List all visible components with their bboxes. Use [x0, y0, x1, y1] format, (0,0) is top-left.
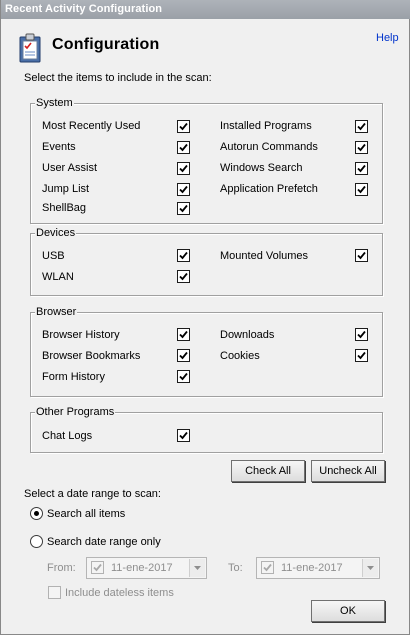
checkbox-mounted-volumes[interactable] — [355, 249, 368, 262]
item-mounted-volumes: Mounted Volumes — [220, 250, 309, 262]
other-programs-legend: Other Programs — [35, 405, 116, 419]
item-autorun-commands: Autorun Commands — [220, 141, 318, 153]
item-wlan: WLAN — [42, 271, 74, 283]
item-installed-programs: Installed Programs — [220, 120, 312, 132]
item-user-assist: User Assist — [42, 162, 98, 174]
from-date-picker[interactable]: 11-ene-2017 — [86, 557, 207, 579]
radio-search-all-label[interactable]: Search all items — [47, 508, 125, 521]
checkbox-usb[interactable] — [177, 249, 190, 262]
checkbox-chat-logs[interactable] — [177, 429, 190, 442]
checkbox-shellbag[interactable] — [177, 202, 190, 215]
window-title: Recent Activity Configuration — [1, 0, 410, 19]
item-windows-search: Windows Search — [220, 162, 303, 174]
chevron-down-icon[interactable] — [362, 559, 378, 577]
include-dateless-checkbox[interactable] — [48, 586, 61, 599]
system-group: System Most Recently Used Events User As… — [30, 96, 383, 224]
scan-instruction: Select the items to include in the scan: — [24, 72, 212, 84]
help-link[interactable]: Help — [376, 32, 399, 44]
checkbox-browser-history[interactable] — [177, 328, 190, 341]
checkbox-events[interactable] — [177, 141, 190, 154]
checkbox-user-assist[interactable] — [177, 162, 190, 175]
item-usb: USB — [42, 250, 65, 262]
item-form-history: Form History — [42, 371, 105, 383]
radio-search-range[interactable] — [30, 535, 43, 548]
item-application-prefetch: Application Prefetch — [220, 183, 318, 195]
item-chat-logs: Chat Logs — [42, 430, 93, 442]
system-legend: System — [35, 96, 74, 110]
checkbox-browser-bookmarks[interactable] — [177, 349, 190, 362]
checkbox-form-history[interactable] — [177, 370, 190, 383]
checkbox-wlan[interactable] — [177, 270, 190, 283]
item-shellbag: ShellBag — [42, 202, 87, 214]
from-label: From: — [47, 562, 76, 574]
item-downloads: Downloads — [220, 329, 275, 341]
checkbox-application-prefetch[interactable] — [355, 183, 368, 196]
page-title: Configuration — [52, 36, 160, 53]
radio-search-range-label[interactable]: Search date range only — [47, 536, 161, 549]
ok-button[interactable]: OK — [311, 600, 385, 622]
devices-legend: Devices — [35, 226, 77, 240]
item-events: Events — [42, 141, 76, 153]
item-most-recently-used: Most Recently Used — [42, 120, 141, 132]
include-dateless-label: Include dateless items — [65, 587, 174, 599]
checkbox-downloads[interactable] — [355, 328, 368, 341]
date-range-prompt: Select a date range to scan: — [24, 488, 161, 500]
item-browser-bookmarks: Browser Bookmarks — [42, 350, 141, 362]
to-label: To: — [228, 562, 243, 574]
uncheck-all-button[interactable]: Uncheck All — [311, 460, 385, 482]
checkbox-jump-list[interactable] — [177, 183, 190, 196]
item-browser-history: Browser History — [42, 329, 120, 341]
other-programs-group: Other Programs Chat Logs — [30, 405, 383, 453]
checkbox-cookies[interactable] — [355, 349, 368, 362]
item-cookies: Cookies — [220, 350, 260, 362]
browser-legend: Browser — [35, 305, 78, 319]
to-date-picker[interactable]: 11-ene-2017 — [256, 557, 380, 579]
to-date-checkbox[interactable] — [261, 561, 274, 574]
devices-group: Devices USB WLAN Mounted Volumes — [30, 226, 383, 296]
from-date-value: 11-ene-2017 — [111, 562, 173, 574]
checkbox-autorun-commands[interactable] — [355, 141, 368, 154]
checkbox-most-recently-used[interactable] — [177, 120, 190, 133]
checkbox-windows-search[interactable] — [355, 162, 368, 175]
from-date-checkbox[interactable] — [91, 561, 104, 574]
radio-search-all[interactable] — [30, 507, 43, 520]
browser-group: Browser Browser History Browser Bookmark… — [30, 305, 383, 397]
checkbox-installed-programs[interactable] — [355, 120, 368, 133]
to-date-value: 11-ene-2017 — [281, 562, 343, 574]
chevron-down-icon[interactable] — [189, 559, 205, 577]
check-all-button[interactable]: Check All — [231, 460, 305, 482]
checklist-icon — [19, 33, 41, 63]
item-jump-list: Jump List — [42, 183, 90, 195]
